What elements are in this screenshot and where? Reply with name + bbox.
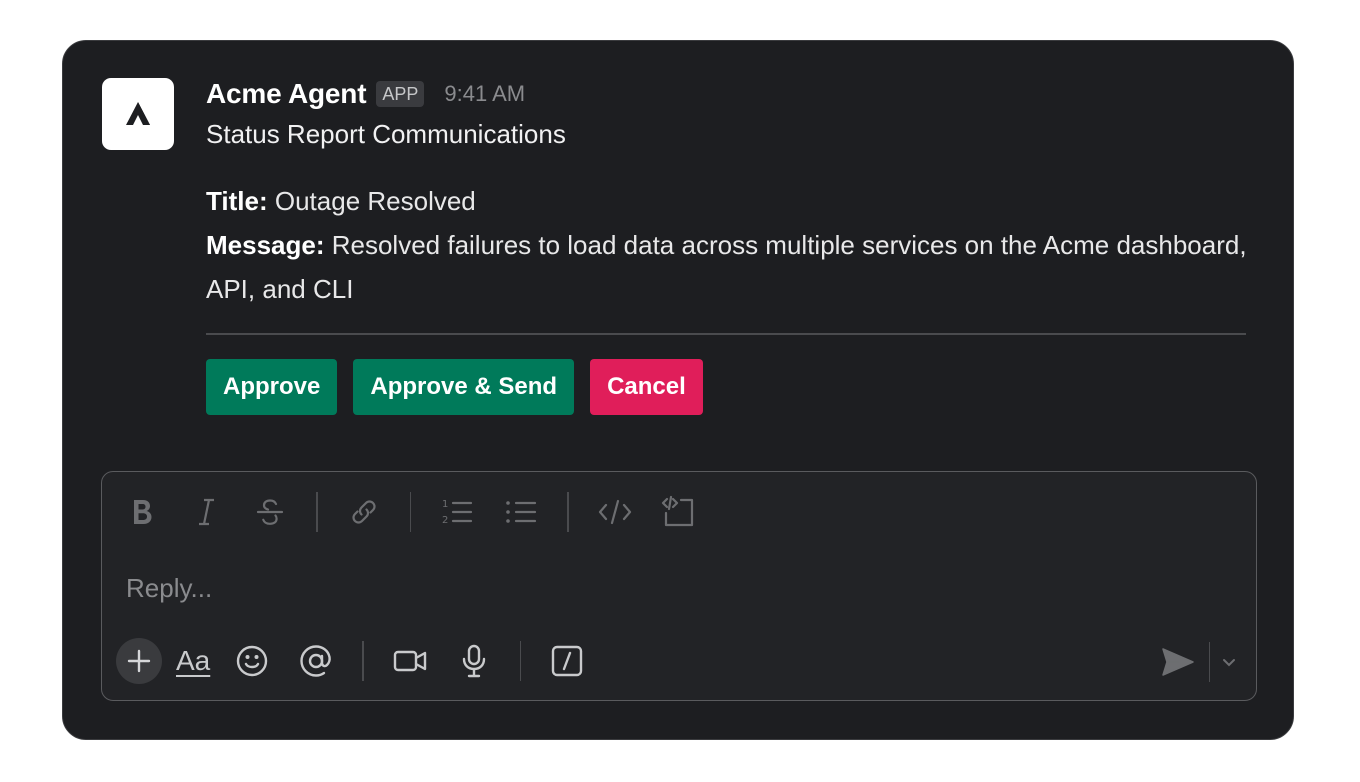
reply-composer: 12 Aa xyxy=(101,471,1257,701)
send-separator xyxy=(1208,642,1210,682)
app-badge: APP xyxy=(376,81,425,107)
formatting-toolbar: 12 xyxy=(120,490,721,534)
message-value: Resolved failures to load data across mu… xyxy=(206,230,1247,304)
toolbar-separator xyxy=(519,641,522,681)
bulleted-list-icon[interactable] xyxy=(499,490,543,534)
approve-send-button[interactable]: Approve & Send xyxy=(353,358,575,415)
code-block-icon[interactable] xyxy=(657,490,701,534)
message-line: Message: Resolved failures to load data … xyxy=(206,223,1248,311)
message-timestamp[interactable]: 9:41 AM xyxy=(444,81,525,107)
toolbar-separator xyxy=(409,492,411,532)
send-button[interactable] xyxy=(1161,647,1195,677)
app-avatar[interactable] xyxy=(102,78,174,150)
bold-icon[interactable] xyxy=(120,490,164,534)
reply-input[interactable] xyxy=(126,568,1126,608)
ordered-list-icon[interactable]: 12 xyxy=(435,490,479,534)
approve-button[interactable]: Approve xyxy=(206,358,338,415)
message-content: Acme Agent APP 9:41 AM Status Report Com… xyxy=(206,73,1248,415)
microphone-icon[interactable] xyxy=(452,639,496,683)
acme-logo-icon xyxy=(126,102,150,125)
title-line: Title: Outage Resolved xyxy=(206,179,1248,223)
action-buttons: Approve Approve & Send Cancel xyxy=(206,358,1248,415)
chevron-down-icon xyxy=(1223,659,1235,667)
svg-text:1: 1 xyxy=(442,499,448,510)
message-body: Title: Outage Resolved Message: Resolved… xyxy=(206,179,1248,311)
composer-actions: Aa xyxy=(116,637,609,685)
link-icon[interactable] xyxy=(342,490,386,534)
code-icon[interactable] xyxy=(593,490,637,534)
divider xyxy=(206,333,1246,335)
message-label: Message: xyxy=(206,230,325,260)
send-options-button[interactable] xyxy=(1220,653,1238,671)
text-format-icon: Aa xyxy=(176,645,211,676)
sender-name[interactable]: Acme Agent xyxy=(206,78,367,110)
svg-text:2: 2 xyxy=(442,515,448,526)
title-value: Outage Resolved xyxy=(267,186,476,216)
plus-icon xyxy=(127,649,151,673)
attach-button[interactable] xyxy=(116,638,162,684)
mention-icon[interactable] xyxy=(294,639,338,683)
text-format-button[interactable]: Aa xyxy=(176,639,210,683)
message-subtitle: Status Report Communications xyxy=(206,119,566,149)
toolbar-separator xyxy=(316,492,318,532)
message-header: Acme Agent APP 9:41 AM xyxy=(206,73,1248,115)
slash-command-icon[interactable] xyxy=(545,639,589,683)
video-icon[interactable] xyxy=(388,639,432,683)
strikethrough-icon[interactable] xyxy=(248,490,292,534)
title-label: Title: xyxy=(206,186,268,216)
toolbar-separator xyxy=(567,492,569,532)
message-window: Acme Agent APP 9:41 AM Status Report Com… xyxy=(62,40,1294,740)
send-area xyxy=(1161,640,1239,684)
cancel-button[interactable]: Cancel xyxy=(590,358,703,415)
emoji-icon[interactable] xyxy=(230,639,274,683)
send-icon xyxy=(1161,648,1194,676)
toolbar-separator xyxy=(362,641,364,681)
italic-icon[interactable] xyxy=(184,490,228,534)
